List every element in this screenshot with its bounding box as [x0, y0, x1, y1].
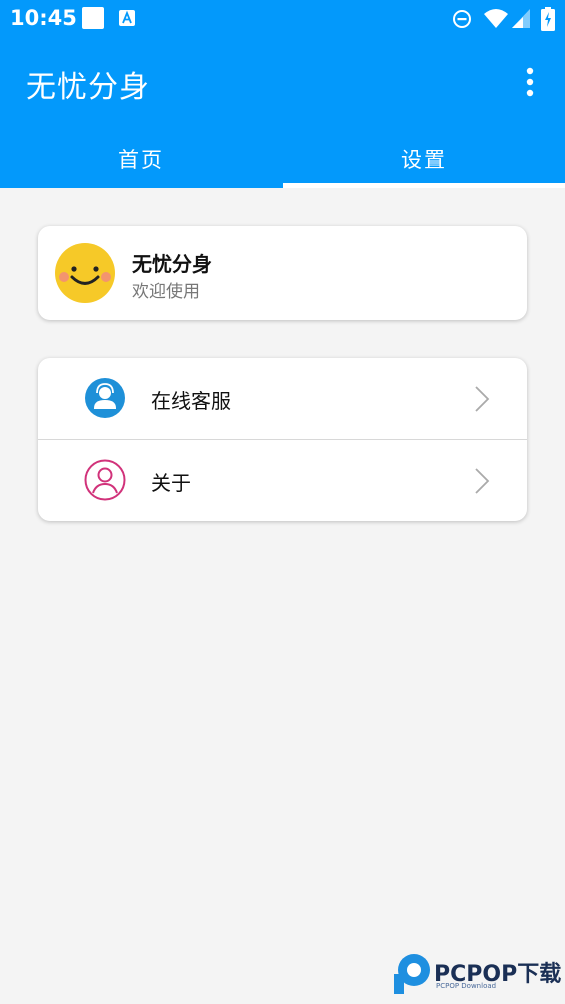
- chevron-right-icon: [475, 386, 490, 412]
- app-bar: 10:45 无忧分身 首页 设置: [0, 0, 565, 188]
- status-time: 10:45: [10, 6, 77, 30]
- wifi-icon: [484, 9, 508, 28]
- profile-subtitle: 欢迎使用: [132, 282, 200, 302]
- menu-item-customer-service[interactable]: 在线客服: [38, 358, 527, 439]
- watermark: PCPOP下载 PCPOP Download: [392, 952, 564, 998]
- profile-card: 无忧分身 欢迎使用: [38, 226, 527, 320]
- signal-icon: [512, 9, 530, 28]
- status-bar: 10:45: [0, 0, 565, 38]
- accessibility-notification-icon: [119, 10, 135, 26]
- app-title: 无忧分身: [26, 70, 150, 105]
- customer-service-icon: [85, 378, 125, 418]
- tab-settings[interactable]: 设置: [283, 130, 565, 188]
- pcpop-logo-icon: [394, 954, 430, 994]
- tab-home[interactable]: 首页: [0, 130, 282, 188]
- more-vert-icon[interactable]: [518, 66, 542, 98]
- battery-charging-icon: [541, 7, 555, 31]
- tab-indicator: [283, 183, 565, 188]
- menu-item-label: 在线客服: [151, 389, 231, 413]
- do-not-disturb-icon: [453, 10, 471, 28]
- smiley-avatar-icon: [55, 243, 115, 303]
- tab-bar: 首页 设置: [0, 130, 565, 188]
- menu-item-label: 关于: [151, 471, 191, 495]
- profile-name: 无忧分身: [132, 252, 212, 276]
- user-outline-icon: [84, 459, 126, 501]
- watermark-sub: PCPOP Download: [436, 982, 497, 990]
- menu-item-about[interactable]: 关于: [38, 440, 527, 521]
- settings-menu-card: 在线客服 关于: [38, 358, 527, 521]
- chevron-right-icon: [475, 468, 490, 494]
- notification-icon: [82, 7, 104, 29]
